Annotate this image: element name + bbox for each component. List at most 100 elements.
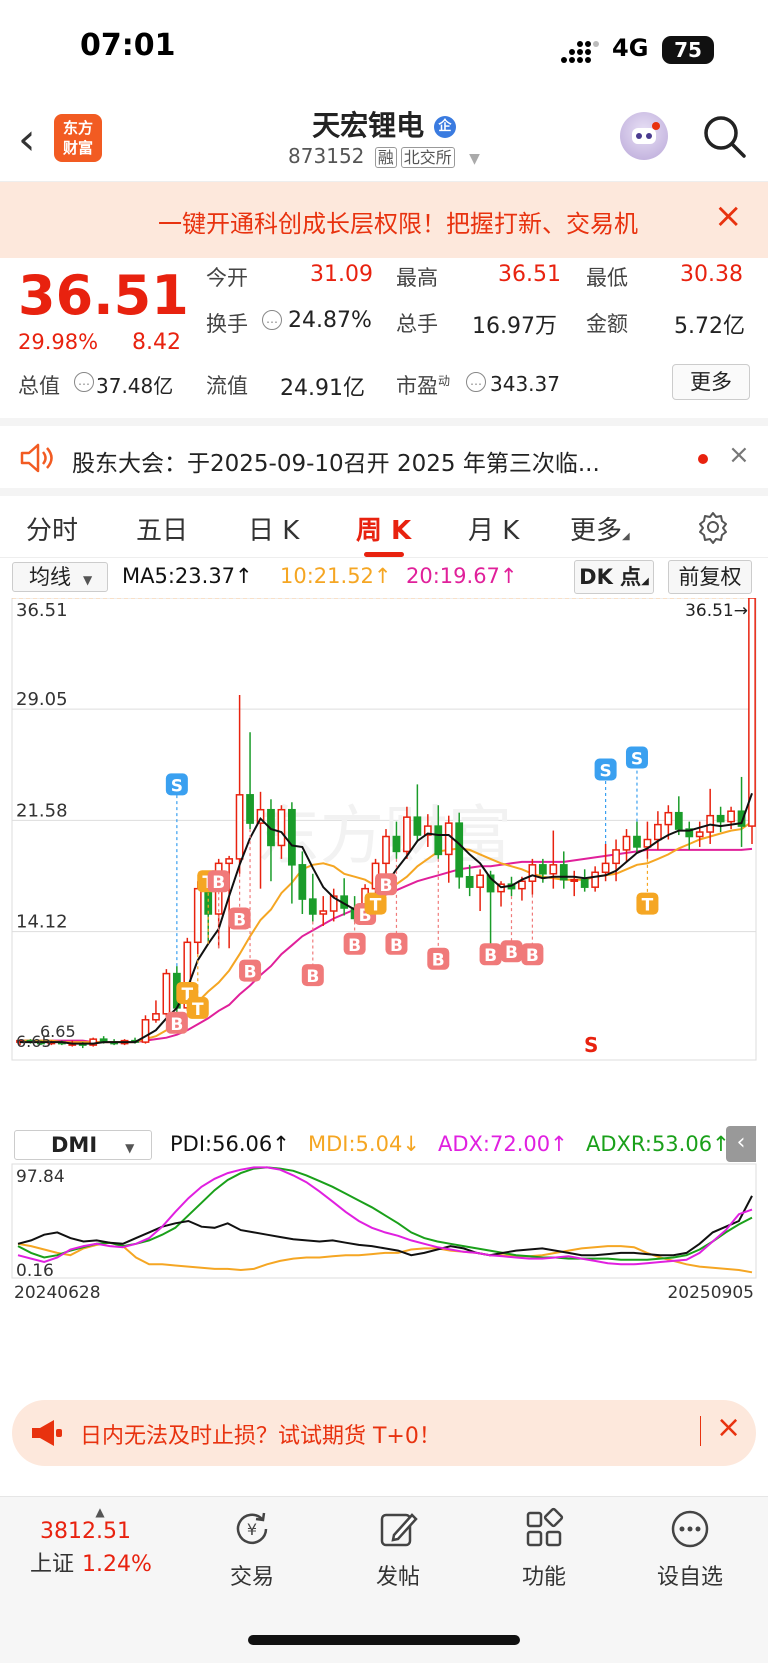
volume-label: 总手 [396,312,438,336]
more-dots-icon [671,1510,709,1548]
promo-banner[interactable]: 一键开通科创成长层权限！把握打新、交易机 × [0,182,768,258]
futures-ad-banner[interactable]: 日内无法及时止损？试试期货 T+0！ × [12,1400,756,1466]
dmi-y-top: 97.84 [16,1167,65,1187]
candle-body [612,849,620,865]
change-percent: 29.98% [18,330,99,354]
candle-body [476,874,485,888]
float-cap-value: 24.91亿 [280,376,365,401]
close-icon[interactable]: × [714,196,743,236]
battery-icon: 75 [662,36,714,64]
candle-body [403,816,411,853]
enterprise-badge-icon: 企 [433,116,456,138]
dmi-frame [11,1163,757,1279]
index-value: 3812.51 [40,1519,131,1544]
chevron-down-icon: ▼ [469,151,480,167]
amount-value: 5.72亿 [674,314,745,339]
kline-chart[interactable]: 36.5129.0521.5814.12东方财富SBTTTBBBBBBTBBBB… [0,598,768,1388]
network-type: 4G [612,34,649,62]
candle-body [319,910,328,915]
info-icon[interactable]: … [466,372,486,392]
close-icon[interactable]: × [716,1410,741,1445]
candle-body [695,831,704,838]
dk-point-button[interactable]: DK 点◢ [574,560,654,594]
corner-triangle-icon: ◢ [641,576,649,587]
last-price: 36.51 [18,264,189,327]
sub-indicator-select-label: DMI [51,1133,98,1157]
open-value: 31.09 [310,262,373,287]
candle-body [580,878,589,888]
signal-marker-label: B [244,963,257,983]
index-ticker[interactable]: ▲ 3812.51 上证 1.24% [30,1505,170,1578]
high-label: 最高 [396,266,438,290]
home-indicator [248,1635,520,1645]
nav-trade[interactable]: ¥ 交易 [182,1507,322,1591]
post-icon [380,1513,418,1547]
quote-panel: 36.51 29.98% 8.42 今开 31.09 最高 36.51 最低 3… [0,258,768,410]
gear-icon[interactable] [696,510,730,544]
signal-marker-label: B [432,951,445,971]
search-icon[interactable] [700,112,748,160]
high-value: 36.51 [498,262,561,287]
candle-body [193,887,202,944]
pdi-label: PDI:56.06↑ [170,1132,290,1156]
dmi-chart: 97.84 0.1620240628 20250905 [11,1163,757,1303]
candle-body [246,794,254,824]
signal-marker-label: S [599,761,611,781]
volume-value: 16.97万 [472,314,557,339]
turnover-value: 24.87% [288,308,372,333]
indicator-select[interactable]: 均线 ▼ [12,562,108,592]
caret-down-icon: ▼ [125,1141,135,1155]
price-chart: 36.5129.0521.5814.12东方财富SBTTTBBBBBBTBBBB… [11,598,757,1061]
assistant-avatar[interactable] [620,112,668,160]
sub-indicator-select[interactable]: DMI ▼ [14,1130,152,1160]
info-icon[interactable]: … [74,372,94,392]
announcement-bar[interactable]: 股东大会：于2025-09-10召开 2025 年第三次临... × [0,418,768,488]
ma20-text: 20:19.67 [406,564,500,588]
signal-marker-label: B [380,876,393,896]
nav-post-label: 发帖 [375,1565,420,1590]
tab-more[interactable]: 更多◢ [570,510,630,547]
candle-body [277,808,286,847]
open-label: 今开 [206,266,248,290]
nav-function[interactable]: 功能 [474,1507,614,1591]
candle-body [570,878,579,882]
candle-body [287,808,296,866]
nav-trade-label: 交易 [229,1565,274,1590]
mdi-label: MDI:5.04↓ [308,1132,420,1156]
candle-body [162,972,171,1015]
x-start-label: 20240628 [14,1283,101,1303]
signal-marker-label: T [192,1000,204,1020]
info-icon[interactable]: … [262,310,282,330]
last-price-label: 36.51→ [685,601,748,621]
tab-monthly-k[interactable]: 月 K [468,510,519,547]
candle-body [455,822,464,878]
more-button[interactable]: 更多 [672,364,750,400]
tab-weekly-k[interactable]: 周 K [356,510,411,547]
ma5-text: MA5:23.37 [122,564,236,588]
trade-icon: ¥ [236,1512,268,1545]
pe-label-text: 市盈 [396,374,438,398]
adx-text: ADX:72.00 [438,1132,551,1156]
tab-daily-k[interactable]: 日 K [248,510,299,547]
candle-body [382,835,390,865]
dmi-legend-row: DMI ▼ PDI:56.06↑ MDI:5.04↓ ADX:72.00↑ ADX… [0,1126,768,1166]
tab-intraday[interactable]: 分时 [26,510,78,547]
low-label: 最低 [586,266,628,290]
nav-post[interactable]: 发帖 [328,1507,468,1591]
caret-down-icon: ▼ [83,573,93,587]
nav-add-watchlist[interactable]: 设自选 [620,1507,760,1591]
stock-code: 873152 [288,144,365,168]
signal-marker-label: B [212,873,225,893]
candle-body [518,880,526,890]
mktcap-value: 37.48亿 [96,374,174,398]
close-icon[interactable]: × [728,440,750,470]
tab-more-label: 更多 [570,516,623,546]
candle-body [152,1013,160,1021]
y-tick-label: 21.58 [16,800,68,821]
adjust-price-button[interactable]: 前复权 [668,560,752,594]
collapse-panel-icon[interactable]: ‹ [726,1126,756,1162]
tab-five-day[interactable]: 五日 [136,510,188,547]
margin-tag: 融 [374,147,397,168]
adx-label: ADX:72.00↑ [438,1132,568,1156]
stock-header: ‹ 东方 财富 天宏锂电 企 873152 融北交所 ▼ [0,100,768,182]
